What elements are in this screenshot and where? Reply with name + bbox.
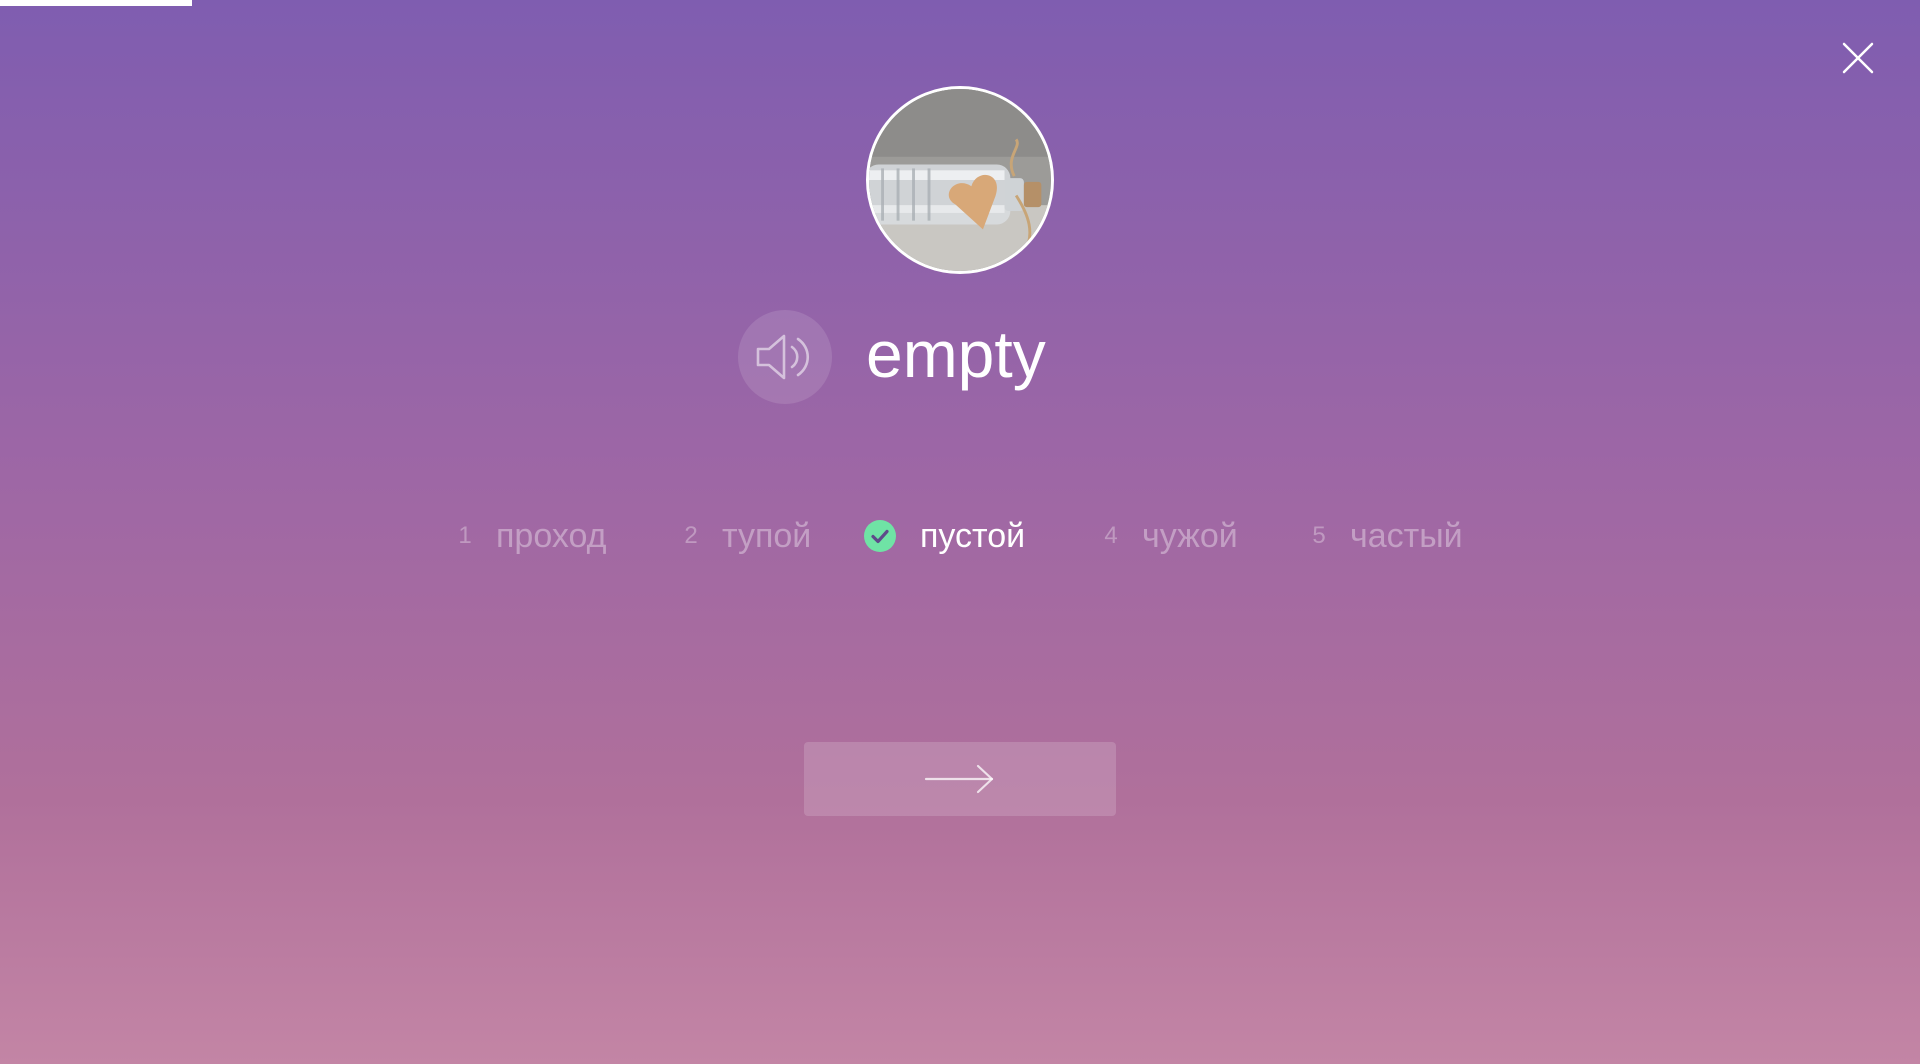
option-4[interactable]: 4 чужой: [1104, 510, 1238, 562]
close-icon: [1842, 42, 1874, 74]
close-button[interactable]: [1836, 36, 1880, 80]
word-image: [866, 86, 1054, 274]
speaker-icon: [756, 334, 810, 380]
progress-fill: [0, 0, 192, 6]
bottle-photo: [869, 89, 1051, 271]
check-icon: [864, 520, 896, 552]
option-5[interactable]: 5 частый: [1312, 510, 1463, 562]
option-label: тупой: [722, 516, 812, 555]
option-1[interactable]: 1 проход: [458, 510, 606, 562]
option-label: пустой: [920, 516, 1026, 555]
option-label: чужой: [1142, 516, 1238, 555]
option-number: 2: [684, 522, 698, 549]
option-label: частый: [1350, 516, 1463, 555]
answer-options: 1 проход 2 тупой пустой 4 чужой 5 частый: [0, 510, 1920, 562]
option-label: проход: [496, 516, 607, 555]
audio-button[interactable]: [738, 310, 832, 404]
next-button[interactable]: [804, 742, 1116, 816]
progress-bar: [0, 0, 1920, 6]
option-number: 4: [1104, 522, 1118, 549]
option-2[interactable]: 2 тупой: [684, 510, 811, 562]
option-number: 5: [1312, 522, 1326, 549]
option-3[interactable]: пустой: [864, 510, 1025, 562]
option-number: 1: [458, 522, 472, 549]
word-row: empty: [0, 310, 1920, 404]
arrow-right-icon: [924, 764, 994, 794]
word-text: empty: [866, 317, 1046, 391]
training-screen: empty 1 проход 2 тупой пустой 4 чужой 5 …: [0, 0, 1920, 1064]
